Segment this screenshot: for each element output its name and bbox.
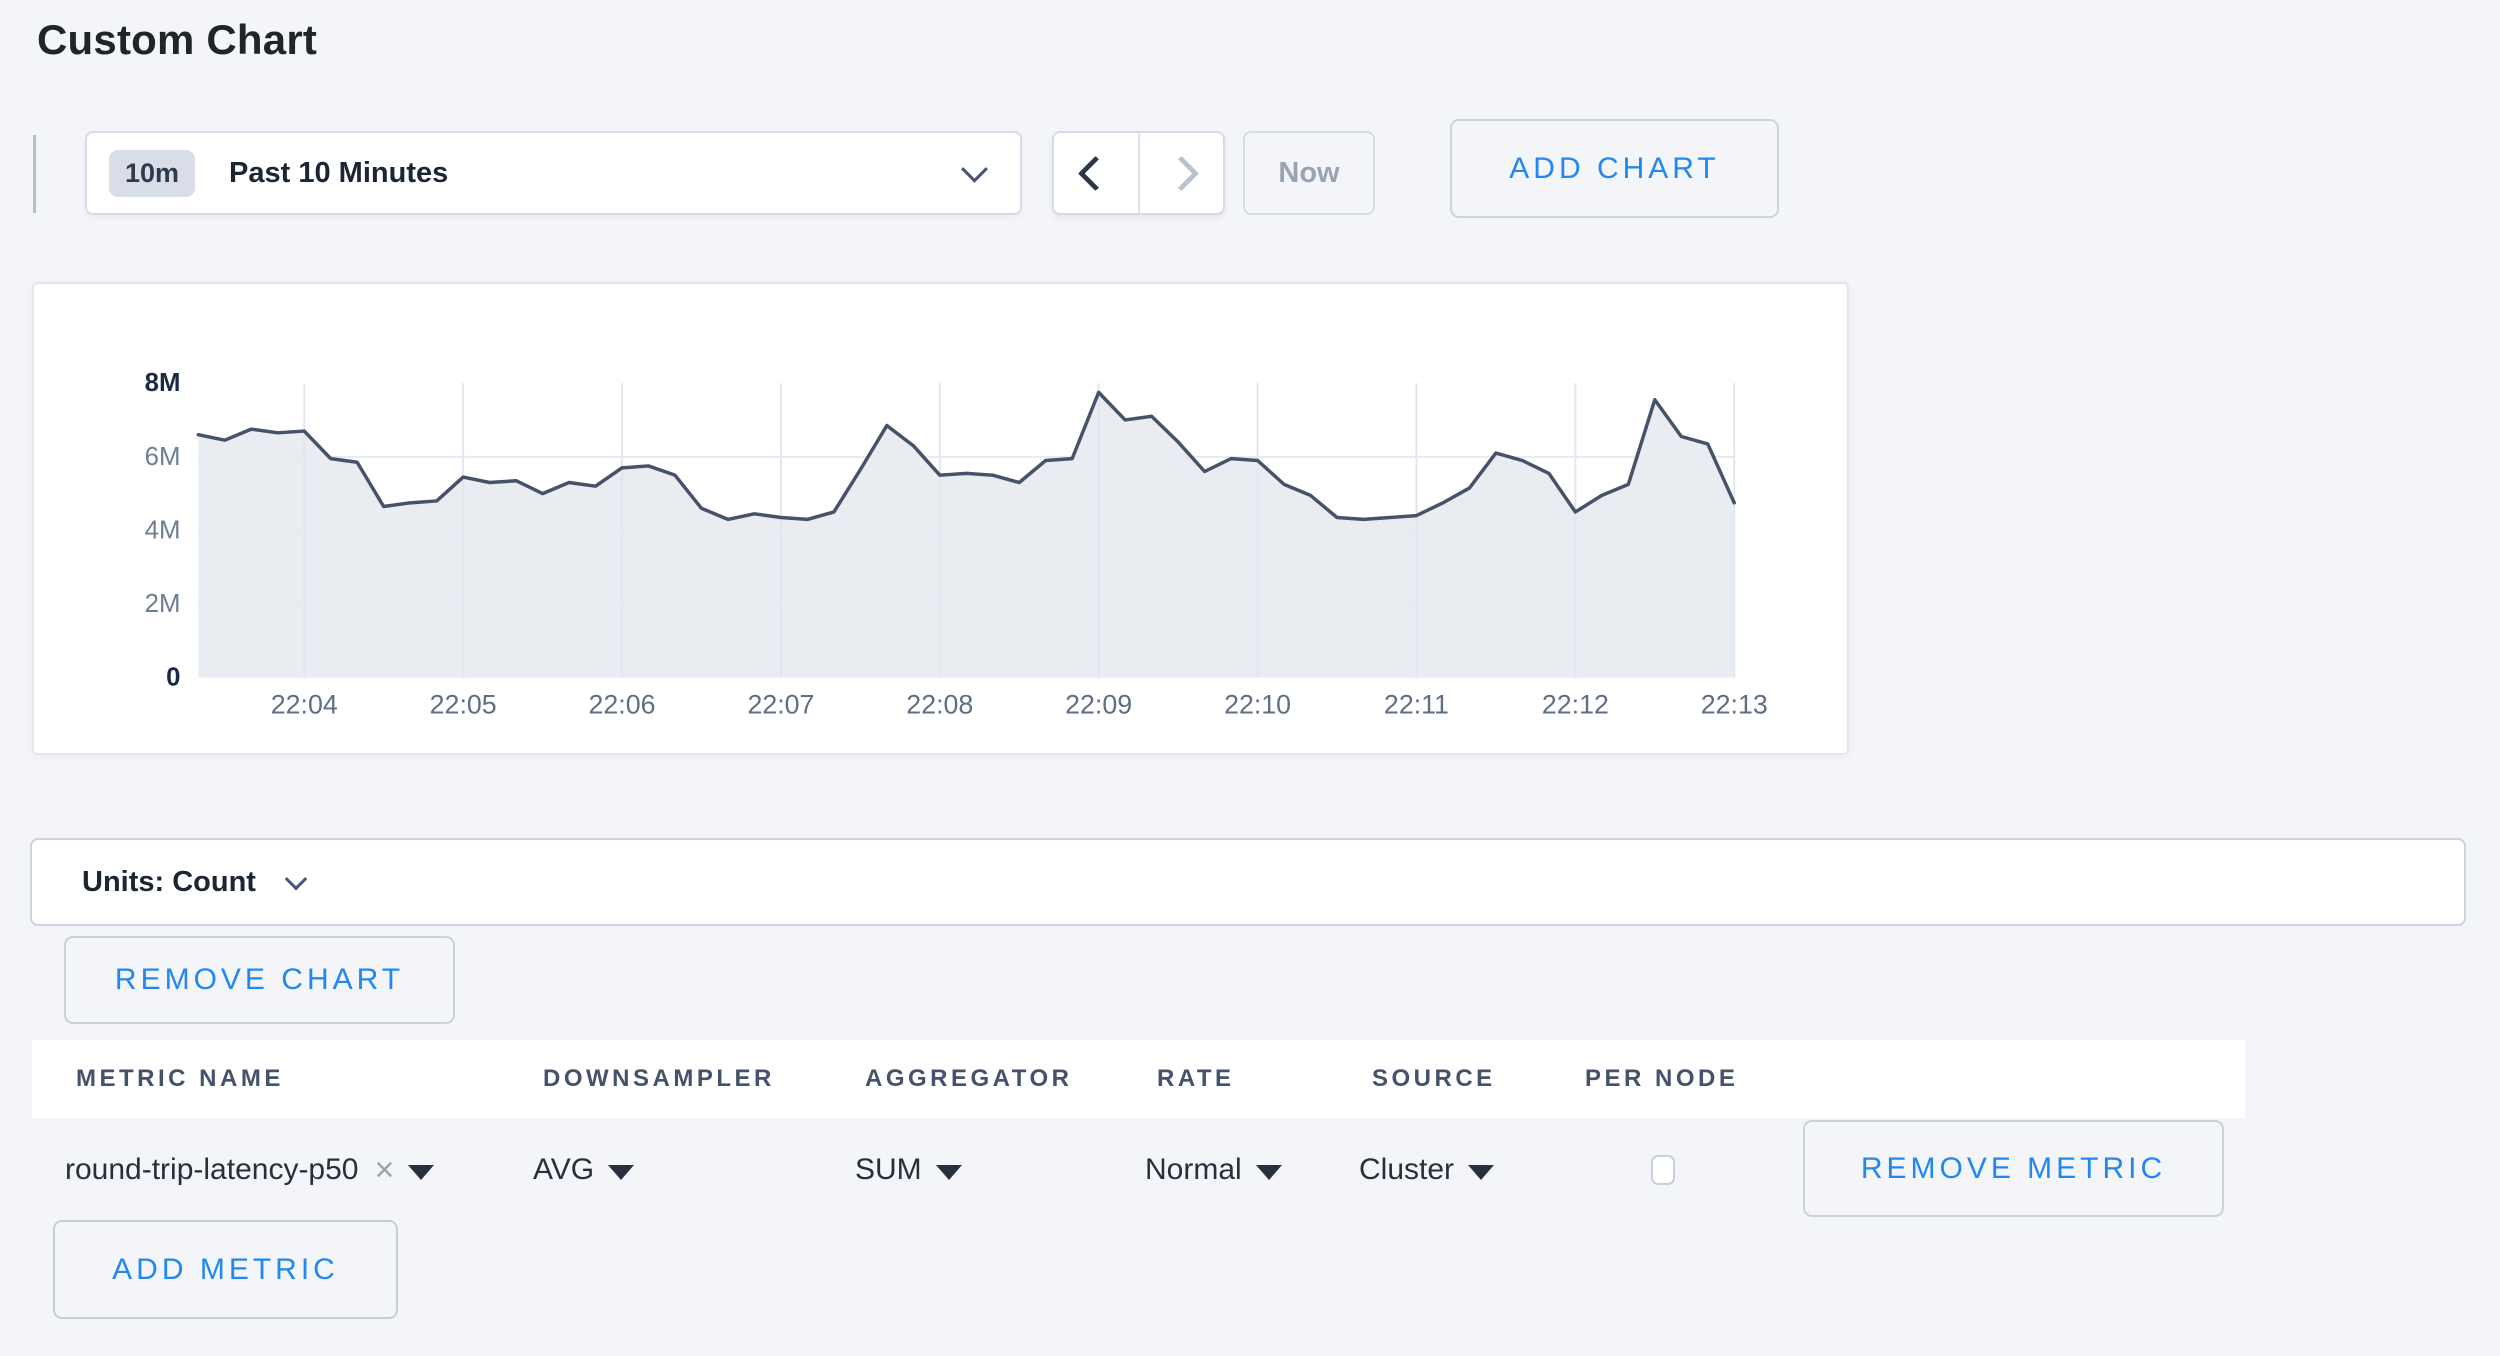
remove-metric-button[interactable]: REMOVE METRIC: [1803, 1120, 2224, 1217]
units-select[interactable]: Units: Count: [30, 838, 2466, 926]
custom-chart-card: 22:04 22:05 22:06 22:07 22:08 22:09 22:10 22:11…: [32, 282, 1849, 755]
time-window-badge: 10m: [109, 150, 195, 197]
y-tick-label: 2M: [145, 590, 181, 618]
source-value: Cluster: [1359, 1153, 1454, 1187]
caret-down-icon: [408, 1165, 434, 1180]
page-title: Custom Chart: [37, 16, 317, 64]
chart-area-fill: [198, 392, 1734, 677]
per-node-checkbox[interactable]: [1651, 1155, 1675, 1185]
col-downsampler: DOWNSAMPLER: [543, 1040, 775, 1118]
y-tick-label: 8M: [145, 369, 181, 397]
x-tick-label: 22:12: [1542, 689, 1609, 719]
col-metric-name: METRIC NAME: [76, 1040, 284, 1118]
col-per-node: PER NODE: [1585, 1040, 1738, 1118]
next-interval-button[interactable]: [1138, 133, 1224, 213]
remove-chart-button[interactable]: REMOVE CHART: [64, 936, 455, 1024]
add-chart-button[interactable]: ADD CHART: [1450, 119, 1779, 218]
metric-name-select[interactable]: round-trip-latency-p50 ×: [65, 1128, 434, 1212]
col-source: SOURCE: [1372, 1040, 1496, 1118]
y-tick-label: 4M: [145, 516, 181, 544]
prev-interval-button[interactable]: [1054, 133, 1138, 213]
caret-down-icon: [1256, 1165, 1282, 1180]
aggregator-value: SUM: [855, 1153, 922, 1187]
x-tick-label: 22:09: [1065, 689, 1132, 719]
caret-down-icon: [936, 1165, 962, 1180]
caret-down-icon: [1468, 1165, 1494, 1180]
x-tick-label: 22:11: [1384, 689, 1449, 719]
y-tick-label: 6M: [145, 443, 181, 471]
time-range-select[interactable]: 10m Past 10 Minutes: [85, 131, 1022, 215]
x-tick-label: 22:07: [747, 689, 814, 719]
chevron-down-icon: [285, 868, 308, 891]
y-tick-label: 0: [166, 664, 180, 692]
source-select[interactable]: Cluster: [1359, 1128, 1494, 1212]
rate-select[interactable]: Normal: [1145, 1128, 1282, 1212]
add-metric-button[interactable]: ADD METRIC: [53, 1220, 398, 1319]
metric-name-value: round-trip-latency-p50: [65, 1153, 358, 1187]
latency-area-chart[interactable]: 22:04 22:05 22:06 22:07 22:08 22:09 22:10 22:11…: [34, 284, 1847, 753]
x-tick-label: 22:10: [1224, 689, 1291, 719]
toolbar-divider: [33, 135, 36, 213]
time-window-label: Past 10 Minutes: [229, 157, 931, 190]
units-label: Units: Count: [82, 866, 256, 899]
x-tick-label: 22:08: [906, 689, 973, 719]
col-rate: RATE: [1157, 1040, 1235, 1118]
x-tick-label: 22:05: [430, 689, 497, 719]
rate-value: Normal: [1145, 1153, 1242, 1187]
x-icon[interactable]: ×: [374, 1151, 394, 1190]
x-tick-label: 22:13: [1701, 689, 1768, 719]
col-aggregator: AGGREGATOR: [865, 1040, 1072, 1118]
chevron-down-icon: [961, 155, 988, 182]
time-pager: [1052, 131, 1225, 215]
chevron-left-icon: [1078, 155, 1113, 190]
x-tick-label: 22:04: [271, 689, 338, 719]
caret-down-icon: [608, 1165, 634, 1180]
downsampler-select[interactable]: AVG: [533, 1128, 634, 1212]
downsampler-value: AVG: [533, 1153, 594, 1187]
x-tick-label: 22:06: [589, 689, 656, 719]
metrics-table-header: METRIC NAME DOWNSAMPLER AGGREGATOR RATE …: [32, 1040, 2245, 1118]
aggregator-select[interactable]: SUM: [855, 1128, 962, 1212]
now-button[interactable]: Now: [1243, 131, 1375, 215]
chevron-right-icon: [1164, 155, 1199, 190]
